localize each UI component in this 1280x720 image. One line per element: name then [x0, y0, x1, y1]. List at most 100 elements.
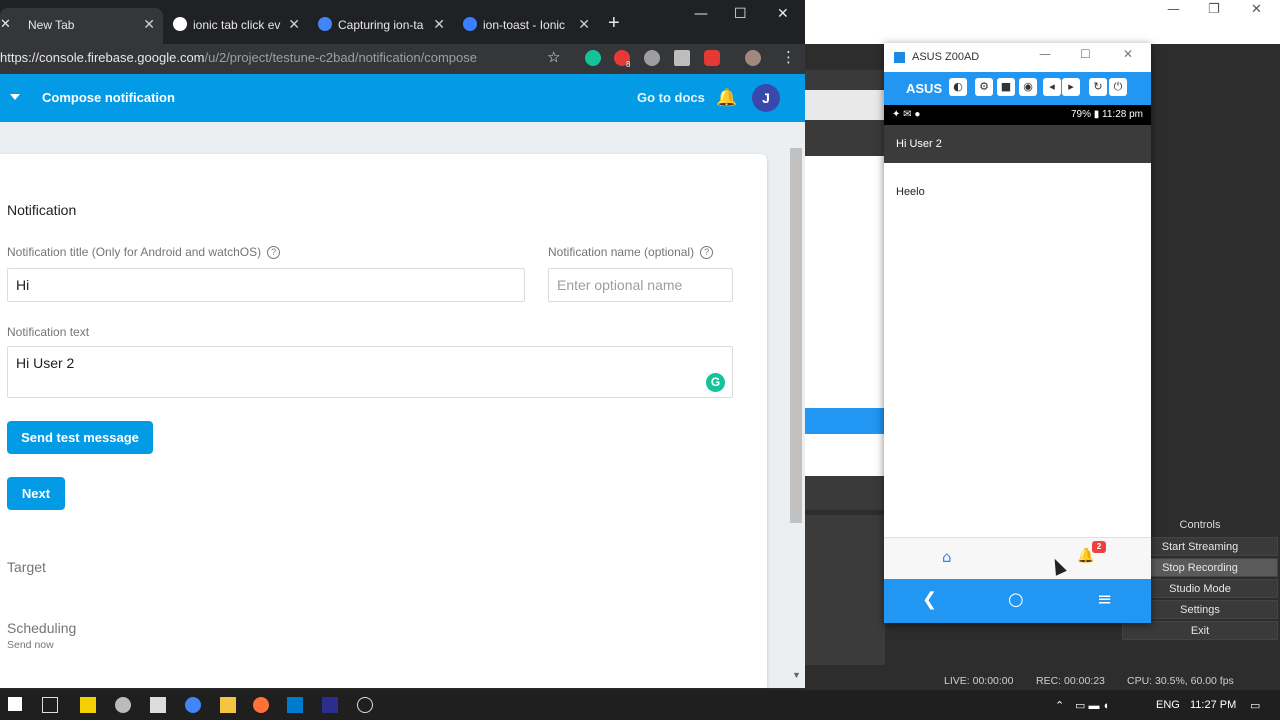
app-tab-bar: ⌂ 🔔 2 [884, 537, 1151, 579]
label-text: Notification name (optional) [548, 245, 695, 259]
chevron-down-icon[interactable] [10, 94, 20, 100]
new-tab-icon[interactable]: + [608, 12, 620, 35]
notification-title-input[interactable] [16, 277, 516, 293]
headphones-icon[interactable]: ◐ [949, 78, 967, 96]
firebase-header: Compose notification Go to docs 🔔 J [0, 74, 805, 122]
next-button[interactable]: Next [7, 477, 65, 510]
phone-toolbar: ASUS ◐ ⚙ ■ ◉ ◂ ▸ ↻ ⏻ [884, 72, 1151, 105]
scrollbar[interactable] [790, 148, 802, 523]
help-icon[interactable]: ? [267, 246, 281, 260]
tab-label: ion-toast - Ionic [483, 18, 566, 32]
close-icon[interactable]: ✕ [1123, 47, 1133, 61]
help-icon[interactable]: ? [700, 246, 714, 260]
tray-chevron-icon[interactable]: ⌃ [1055, 699, 1064, 712]
extension-badge: 8 [626, 60, 631, 69]
close-icon[interactable]: ✕ [777, 6, 789, 22]
windows-start-icon[interactable] [8, 697, 22, 711]
notification-text-field[interactable]: Hi User 2 G [7, 346, 733, 398]
exit-button[interactable]: Exit [1122, 621, 1278, 640]
tray-icons[interactable]: ▭ ▬ ◖ [1075, 699, 1109, 712]
tab-close-icon[interactable]: ✕ [578, 16, 590, 33]
notification-title-label: Notification title (Only for Android and… [7, 245, 281, 260]
minimize-icon[interactable]: — [1039, 47, 1051, 61]
minimize-icon[interactable]: — [1167, 2, 1180, 17]
camera-icon[interactable]: ◉ [1019, 78, 1037, 96]
profile-avatar[interactable] [745, 50, 761, 66]
status-right: 79% ▮ 11:28 pm [1070, 109, 1143, 120]
firefox-icon[interactable] [253, 697, 269, 713]
notification-text-value[interactable]: Hi User 2 [16, 355, 74, 371]
restore-icon[interactable]: ❐ [1208, 2, 1220, 17]
app-icon[interactable] [115, 697, 131, 713]
phone-clock: 11:28 pm [1102, 109, 1143, 120]
home-icon[interactable]: ⌂ [942, 548, 952, 566]
tab-label: New Tab [28, 18, 75, 32]
vscode-icon[interactable] [287, 697, 303, 713]
chrome-icon[interactable] [185, 697, 201, 713]
notification-icons: ✦ ✉ ● [892, 109, 921, 120]
clock[interactable]: 11:27 PM [1190, 699, 1236, 711]
menu-icon[interactable]: ≡ [1097, 589, 1112, 610]
back-icon[interactable]: ❮ [922, 589, 937, 610]
tab-new-tab[interactable]: New Tab ✕ [0, 8, 163, 44]
phone-mirror-window: ASUS Z00AD — ☐ ✕ ASUS ◐ ⚙ ■ ◉ ◂ ▸ ↻ ⏻ ✦ … [884, 43, 1151, 623]
tab-ionic-click[interactable]: ionic tab click ev ✕ [163, 8, 308, 44]
extension-red-icon[interactable] [704, 50, 720, 66]
google-icon [173, 17, 187, 31]
tab-close-icon[interactable]: ✕ [143, 16, 155, 33]
tab-capturing[interactable]: Capturing ion-ta ✕ [308, 8, 453, 44]
grammarly-icon[interactable]: G [706, 373, 725, 392]
action-center-icon[interactable]: ▭ [1250, 699, 1260, 712]
home-circle-icon[interactable]: ○ [1008, 589, 1024, 610]
body-text: Heelo [896, 186, 925, 198]
grammarly-icon[interactable] [585, 50, 601, 66]
task-view-icon[interactable] [42, 697, 58, 713]
ionic-icon [463, 17, 477, 31]
notification-name-label: Notification name (optional)? [548, 245, 714, 260]
ionic-icon [318, 17, 332, 31]
language-indicator[interactable]: ENG [1156, 699, 1180, 711]
minimize-icon[interactable]: — [694, 6, 708, 22]
drive-icon[interactable] [644, 50, 660, 66]
obs-icon[interactable] [357, 697, 373, 713]
cube-icon[interactable] [674, 50, 690, 66]
app-content: Heelo [884, 163, 1151, 537]
tab-close-icon[interactable]: ✕ [433, 16, 445, 33]
close-icon[interactable]: ✕ [1251, 2, 1262, 17]
close-icon[interactable]: ✕ [0, 16, 11, 32]
app-icon[interactable] [322, 697, 338, 713]
power-icon[interactable]: ⏻ [1109, 78, 1127, 96]
notepad-icon[interactable] [150, 697, 166, 713]
target-section[interactable]: Target [7, 559, 46, 575]
bell-icon[interactable]: 🔔 [716, 88, 737, 108]
system-tray: ⌃ ▭ ▬ ◖ ENG 11:27 PM ▭ [1040, 690, 1280, 720]
app-icon[interactable] [80, 697, 96, 713]
obs-preview [805, 70, 885, 510]
more-menu-icon[interactable]: ⋮ [781, 48, 796, 66]
go-to-docs-link[interactable]: Go to docs [637, 90, 705, 105]
device-name: ASUS [906, 81, 943, 96]
scroll-down-icon[interactable]: ▼ [792, 670, 801, 680]
content-area: Notification Notification title (Only fo… [0, 122, 805, 688]
notification-name-input[interactable] [557, 277, 724, 293]
app-toolbar: Hi User 2 [884, 125, 1151, 163]
preview-nav-bar [805, 408, 885, 434]
notification-name-field[interactable] [548, 268, 733, 302]
send-test-message-button[interactable]: Send test message [7, 421, 153, 454]
video-icon[interactable]: ■ [997, 78, 1015, 96]
notification-text-label: Notification text [7, 325, 90, 339]
notification-title-field[interactable] [7, 268, 525, 302]
maximize-icon[interactable]: ☐ [734, 6, 747, 22]
volume-up-icon[interactable]: ▸ [1062, 78, 1080, 96]
url-text[interactable]: https://console.firebase.google.com/u/2/… [0, 50, 477, 65]
gear-icon[interactable]: ⚙ [975, 78, 993, 96]
file-explorer-icon[interactable] [220, 697, 236, 713]
volume-down-icon[interactable]: ◂ [1043, 78, 1061, 96]
scheduling-section[interactable]: Scheduling [7, 620, 76, 636]
maximize-icon[interactable]: ☐ [1080, 47, 1091, 61]
avatar[interactable]: J [752, 84, 780, 112]
rotate-icon[interactable]: ↻ [1089, 78, 1107, 96]
tab-close-icon[interactable]: ✕ [288, 16, 300, 33]
tab-ion-toast[interactable]: ion-toast - Ionic ✕ [453, 8, 598, 44]
bookmark-star-icon[interactable]: ☆ [547, 48, 560, 66]
